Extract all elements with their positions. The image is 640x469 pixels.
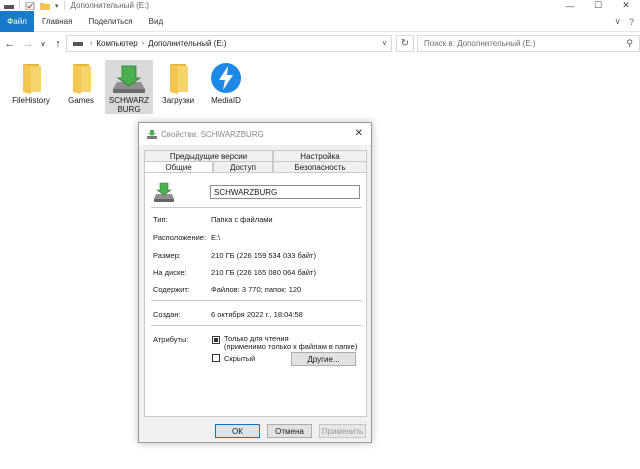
drive-folder-icon [147, 129, 157, 139]
size-value: 210 ГБ (226 159 534 033 байт) [211, 251, 316, 260]
file-item-schwarzburg[interactable]: SCHWARZ BURG [105, 60, 153, 114]
apply-button[interactable]: Применить [319, 424, 366, 438]
contains-value: Файлов: 3 770; папок: 120 [211, 285, 302, 294]
file-item-filehistory[interactable]: FileHistory [7, 60, 55, 114]
readonly-checkbox[interactable] [212, 336, 220, 344]
file-label: Загрузки [161, 96, 195, 105]
tab-home[interactable]: Главная [34, 11, 80, 32]
minimize-button[interactable]: — [556, 0, 584, 11]
ribbon-expand-icon[interactable]: ∨ [614, 16, 621, 27]
type-label: Тип: [153, 215, 168, 224]
hidden-checkbox[interactable] [212, 354, 220, 362]
drive-folder-icon [113, 65, 145, 93]
file-label: FileHistory [12, 96, 50, 105]
search-input[interactable]: Поиск в: Дополнительный (E:) ⚲ [417, 35, 640, 52]
divider [151, 300, 362, 301]
folder-icon [23, 64, 41, 94]
file-label: MediaID [211, 96, 241, 105]
chevron-down-icon[interactable]: ∨ [382, 39, 387, 47]
ribbon-tabs: Файл Главная Поделиться Вид ∨ ? [0, 10, 640, 32]
size-label: Размер: [153, 251, 181, 260]
separator [63, 1, 65, 10]
folder-icon [73, 64, 91, 94]
location-value: E:\ [211, 233, 221, 242]
quick-access-dropdown-icon[interactable]: ▾ [55, 2, 59, 10]
chevron-right-icon[interactable]: › [90, 40, 92, 47]
general-tab-panel: SCHWARZBURG Тип: Папка с файлами Располо… [144, 172, 367, 417]
cancel-button[interactable]: Отмена [267, 424, 312, 438]
quick-access-toolbar: ▾ [0, 0, 65, 11]
close-button[interactable]: ✕ [612, 0, 640, 11]
file-label: Games [68, 96, 94, 105]
search-icon: ⚲ [626, 38, 633, 48]
file-item-mediaid[interactable]: MediaID [202, 60, 250, 114]
refresh-button[interactable]: ↻ [396, 35, 414, 52]
file-label: SCHWARZ BURG [108, 96, 150, 114]
dialog-title: Свойства: SCHWARZBURG [161, 129, 264, 139]
window-title: Дополнительный (E:) [70, 1, 149, 10]
divider [151, 325, 362, 326]
type-value: Папка с файлами [211, 215, 273, 224]
address-bar[interactable]: › Компьютер › Дополнительный (E:) ∨ [66, 35, 392, 52]
recent-locations-button[interactable]: ∨ [38, 36, 48, 52]
dialog-close-button[interactable]: ✕ [355, 128, 363, 139]
breadcrumb-drive[interactable]: Дополнительный (E:) [148, 39, 226, 48]
separator [19, 1, 20, 10]
window-controls: — ☐ ✕ [556, 0, 640, 11]
drive-icon[interactable] [4, 2, 14, 10]
up-button[interactable]: ↑ [50, 36, 66, 52]
drive-icon [73, 41, 83, 46]
maximize-button[interactable]: ☐ [584, 0, 612, 11]
created-value: 6 октября 2022 г., 18:04:58 [211, 310, 303, 319]
tab-share[interactable]: Поделиться [80, 11, 140, 32]
tab-view[interactable]: Вид [141, 11, 171, 32]
ok-button[interactable]: ОК [215, 424, 260, 438]
created-label: Создан: [153, 310, 181, 319]
file-item-games[interactable]: Games [57, 60, 105, 114]
forward-button[interactable]: → [20, 36, 36, 52]
hidden-label[interactable]: Скрытый [224, 354, 255, 363]
title-bar: ▾ Дополнительный (E:) — ☐ ✕ [0, 0, 640, 11]
readonly-note: (применимо только к файлам в папке) [224, 342, 358, 351]
mediaid-app-icon [211, 63, 241, 93]
attributes-label: Атрибуты: [153, 335, 189, 344]
size-on-disk-label: На диске: [153, 268, 187, 277]
divider [151, 207, 362, 208]
folder-icon [170, 64, 188, 94]
properties-dialog: Свойства: SCHWARZBURG ✕ Предыдущие верси… [138, 122, 372, 443]
contains-label: Содержит: [153, 285, 190, 294]
location-label: Расположение: [153, 233, 207, 242]
search-placeholder: Поиск в: Дополнительный (E:) [424, 39, 536, 48]
breadcrumb-computer[interactable]: Компьютер [96, 39, 137, 48]
folder-name-input[interactable]: SCHWARZBURG [210, 185, 360, 199]
file-item-downloads[interactable]: Загрузки [154, 60, 202, 114]
navigation-bar: ← → ∨ ↑ › Компьютер › Дополнительный (E:… [0, 32, 640, 55]
drive-folder-icon [154, 182, 174, 202]
chevron-right-icon[interactable]: › [142, 40, 144, 47]
ribbon-right-controls: ∨ ? [614, 11, 634, 32]
back-button[interactable]: ← [2, 36, 18, 52]
size-on-disk-value: 210 ГБ (226 165 080 064 байт) [211, 268, 316, 277]
help-icon[interactable]: ? [629, 17, 634, 27]
properties-check-icon[interactable] [25, 1, 35, 10]
tab-file[interactable]: Файл [0, 10, 34, 32]
new-folder-icon[interactable] [40, 2, 50, 10]
dialog-title-bar: Свойства: SCHWARZBURG ✕ [139, 123, 371, 145]
advanced-attributes-button[interactable]: Другие... [291, 352, 356, 366]
